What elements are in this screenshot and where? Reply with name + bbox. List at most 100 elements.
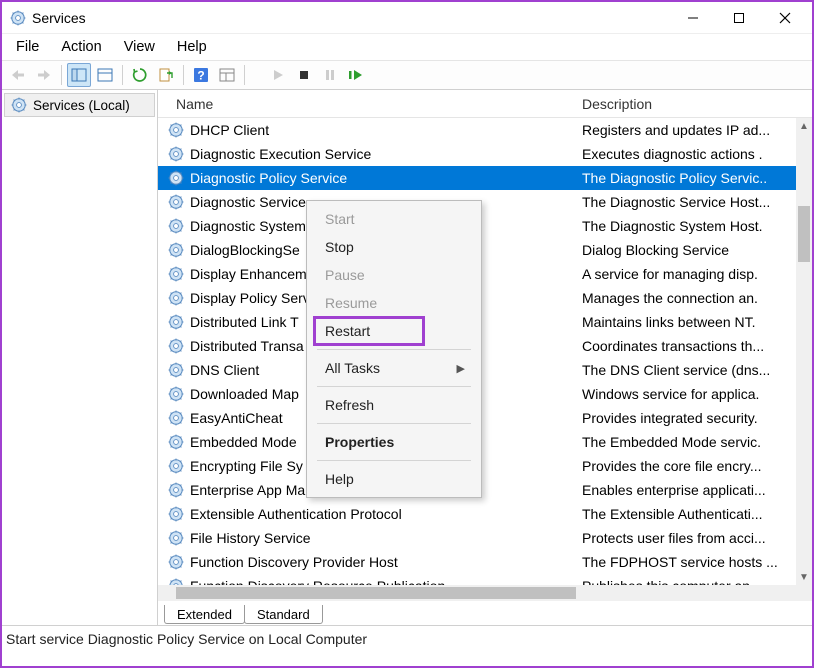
refresh-button[interactable] [128,63,152,87]
status-bar: Start service Diagnostic Policy Service … [2,626,812,649]
tree-pane: Services (Local) [2,90,158,625]
service-description: Executes diagnostic actions . [572,146,812,162]
service-name: Distributed Transa [190,338,304,354]
tab-extended[interactable]: Extended [164,605,245,624]
service-row[interactable]: Distributed Link TMaintains links betwee… [158,310,812,334]
column-header-name[interactable]: Name [158,90,572,117]
maximize-button[interactable] [716,3,762,33]
service-row[interactable]: Distributed Transa Coordinates transactio… [158,334,812,358]
service-row[interactable]: Display Policy ServManages the connectio… [158,286,812,310]
service-description: Provides the core file encry... [572,458,812,474]
service-name: Diagnostic Execution Service [190,146,371,162]
service-description: Maintains links between NT. [572,314,812,330]
service-icon [168,506,184,522]
service-row[interactable]: DHCP ClientRegisters and updates IP ad..… [158,118,812,142]
view-tabs: Extended Standard [158,601,812,625]
restart-service-button[interactable] [344,63,368,87]
scroll-thumb[interactable] [798,206,810,262]
menu-action[interactable]: Action [51,37,111,57]
service-icon [168,458,184,474]
close-button[interactable] [762,3,808,33]
ctx-restart[interactable]: Restart [307,317,481,345]
service-name: Diagnostic Service [190,194,306,210]
ctx-stop[interactable]: Stop [307,233,481,261]
forward-button[interactable] [32,63,56,87]
start-service-button[interactable] [266,63,290,87]
help-button[interactable]: ? [189,63,213,87]
ctx-refresh[interactable]: Refresh [307,391,481,419]
ctx-properties[interactable]: Properties [307,428,481,456]
settings-button[interactable] [93,63,117,87]
service-name: Function Discovery Provider Host [190,554,398,570]
menu-file[interactable]: File [6,37,49,57]
service-description: The Diagnostic Service Host... [572,194,812,210]
vertical-scrollbar[interactable]: ▲ ▼ [796,118,812,585]
tab-standard[interactable]: Standard [244,605,323,624]
menu-bar: File Action View Help [2,34,812,60]
service-row[interactable]: Diagnostic Service The Diagnostic Service… [158,190,812,214]
service-icon [168,194,184,210]
ctx-separator [317,460,471,461]
back-button[interactable] [6,63,30,87]
horizontal-scrollbar[interactable] [158,585,812,601]
layout-button[interactable] [215,63,239,87]
service-name: Display Policy Serv [190,290,310,306]
ctx-help[interactable]: Help [307,465,481,493]
hscroll-thumb[interactable] [176,587,576,599]
service-icon [168,122,184,138]
ctx-pause: Pause [307,261,481,289]
service-row[interactable]: Display EnhancemA service for managing d… [158,262,812,286]
scroll-up-arrow[interactable]: ▲ [796,118,812,134]
service-icon [168,530,184,546]
window-title: Services [32,10,86,26]
scroll-down-arrow[interactable]: ▼ [796,569,812,585]
pause-service-button[interactable] [318,63,342,87]
export-button[interactable] [154,63,178,87]
title-bar: Services [2,2,812,34]
ctx-separator [317,386,471,387]
service-list: DHCP ClientRegisters and updates IP ad..… [158,118,812,585]
list-pane: Name Description DHCP ClientRegisters an… [158,90,812,625]
tree-root-services-local[interactable]: Services (Local) [4,93,155,117]
service-row[interactable]: Diagnostic SystemThe Diagnostic System H… [158,214,812,238]
service-row[interactable]: DialogBlockingSeDialog Blocking Service [158,238,812,262]
menu-help[interactable]: Help [167,37,217,57]
service-name: File History Service [190,530,311,546]
service-row[interactable]: Embedded ModeThe Embedded Mode servic. [158,430,812,454]
minimize-button[interactable] [670,3,716,33]
service-row[interactable]: Encrypting File SyProvides the core file… [158,454,812,478]
stop-service-button[interactable] [292,63,316,87]
service-row[interactable]: File History ServiceProtects user files … [158,526,812,550]
toolbar: ? [2,60,812,90]
service-row[interactable]: Downloaded MapWindows service for applic… [158,382,812,406]
service-description: Publishes this computer an [572,578,812,585]
service-icon [168,554,184,570]
service-name: EasyAntiCheat [190,410,283,426]
service-description: The Embedded Mode servic. [572,434,812,450]
ctx-all-tasks[interactable]: All Tasks▶ [307,354,481,382]
list-header: Name Description [158,90,812,118]
status-text: Start service Diagnostic Policy Service … [6,631,367,647]
service-icon [168,386,184,402]
service-name: Diagnostic Policy Service [190,170,347,186]
service-icon [168,290,184,306]
service-row[interactable]: Function Discovery Resource PublicationP… [158,574,812,585]
service-name: DNS Client [190,362,259,378]
tree-root-label: Services (Local) [33,98,130,113]
service-icon [168,266,184,282]
service-description: The Diagnostic System Host. [572,218,812,234]
service-row[interactable]: DNS ClientThe DNS Client service (dns... [158,358,812,382]
column-header-description[interactable]: Description [572,90,812,117]
service-row[interactable]: EasyAntiCheatProvides integrated securit… [158,406,812,430]
ctx-separator [317,349,471,350]
service-name: DialogBlockingSe [190,242,300,258]
show-hide-tree-button[interactable] [67,63,91,87]
service-row[interactable]: Extensible Authentication ProtocolThe Ex… [158,502,812,526]
ctx-separator [317,423,471,424]
service-row[interactable]: Function Discovery Provider HostThe FDPH… [158,550,812,574]
service-row[interactable]: Diagnostic Policy ServiceThe Diagnostic … [158,166,812,190]
service-description: Coordinates transactions th... [572,338,812,354]
service-row[interactable]: Diagnostic Execution Service Executes dia… [158,142,812,166]
service-row[interactable]: Enterprise App Management ServiceEnables… [158,478,812,502]
menu-view[interactable]: View [114,37,165,57]
